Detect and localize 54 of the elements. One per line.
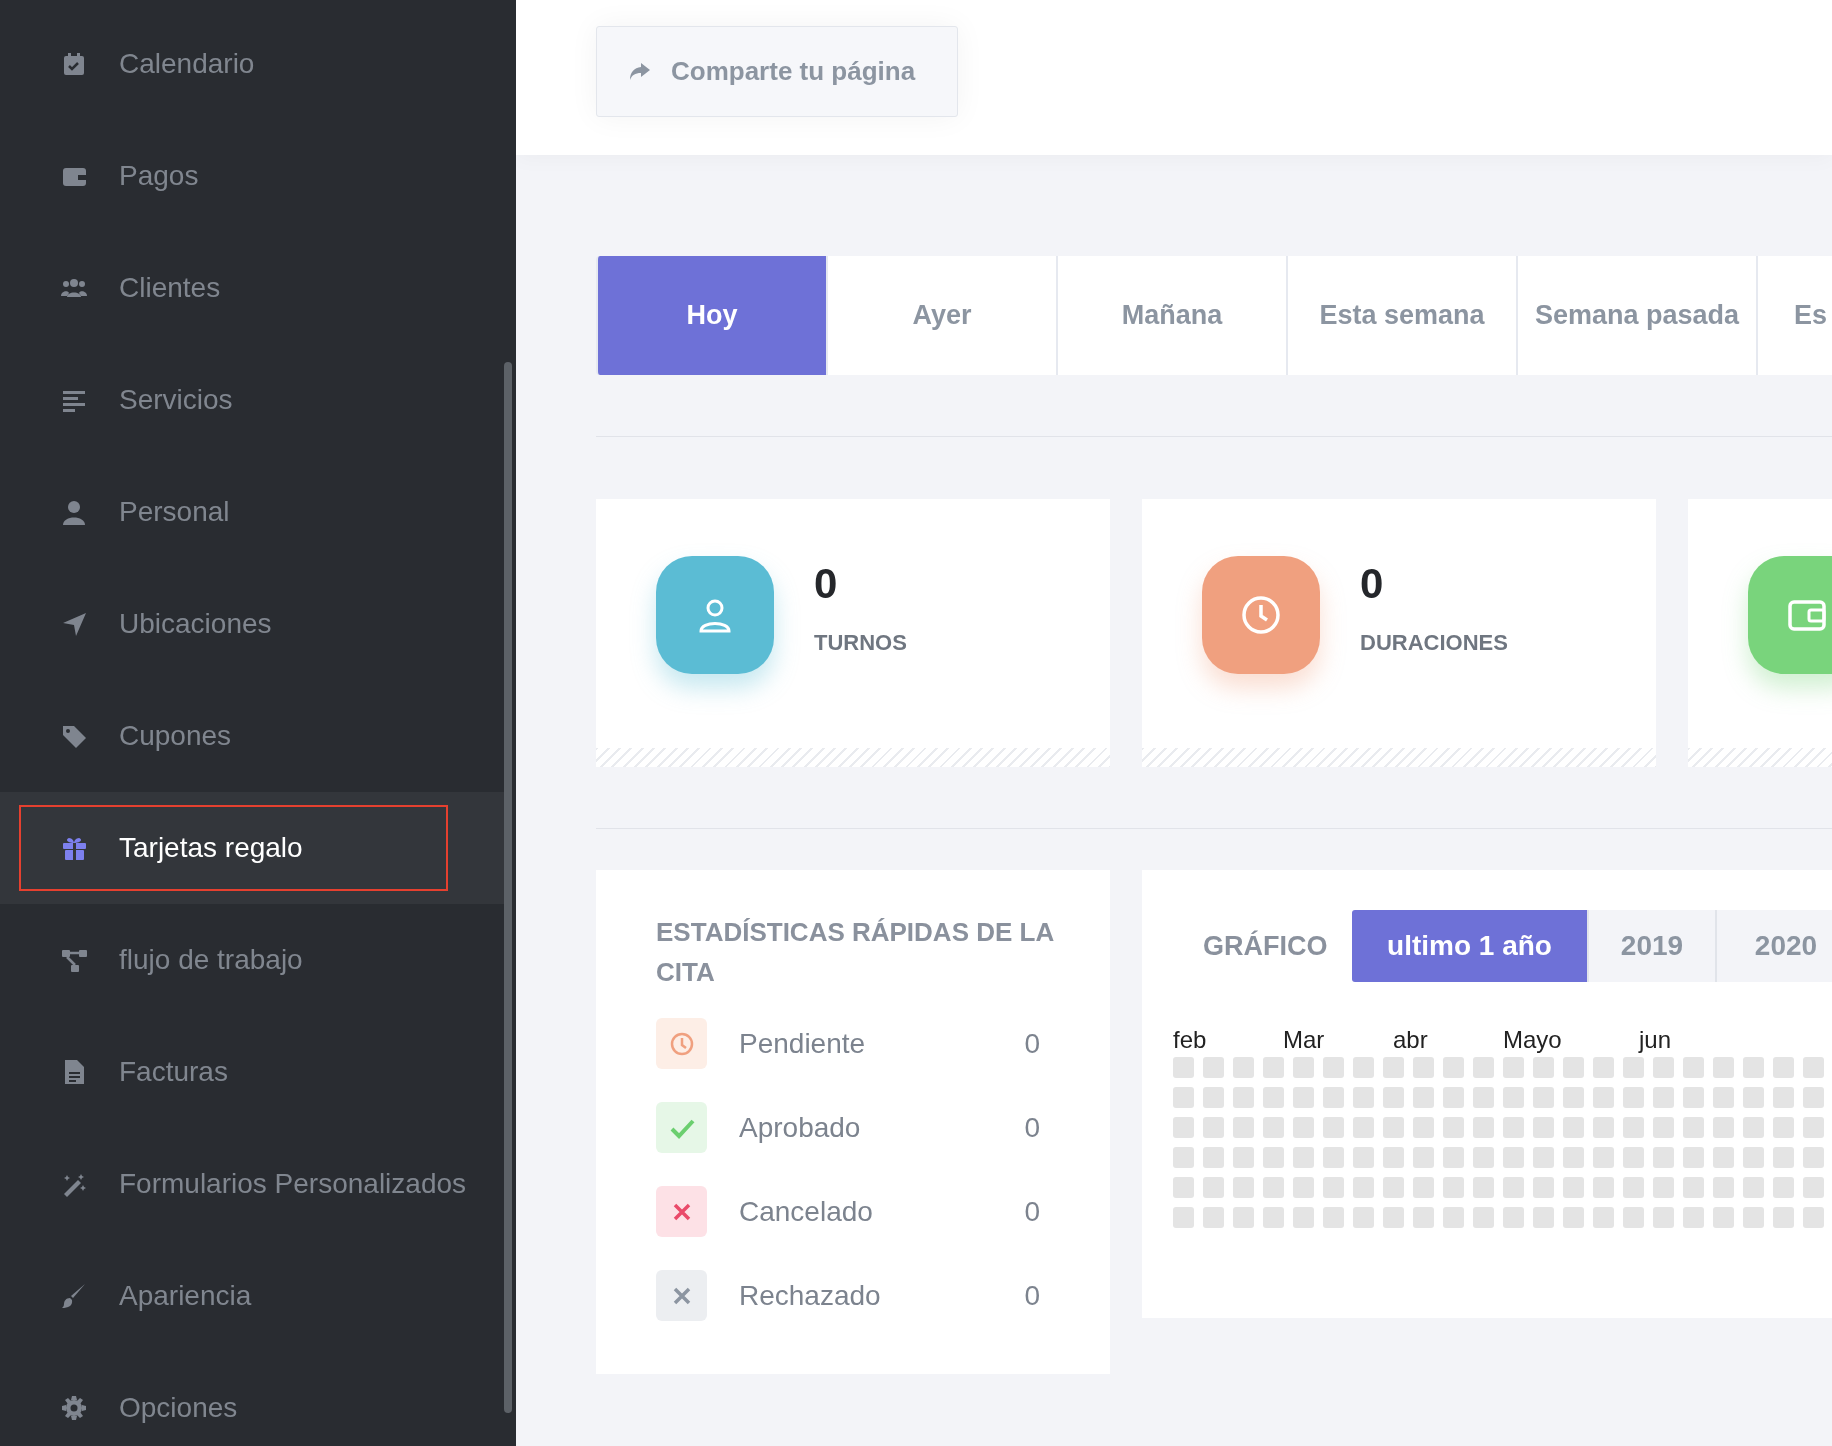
period-tab[interactable]: Mañana xyxy=(1056,256,1286,375)
sidebar-item[interactable]: Formularios Personalizados xyxy=(19,1141,489,1227)
sidebar-item[interactable]: Tarjetas regalo xyxy=(19,805,448,891)
status-label: Pendiente xyxy=(739,1026,867,1061)
status-count: 0 xyxy=(1024,1110,1040,1145)
sidebar-item[interactable]: Apariencia xyxy=(19,1253,489,1339)
period-tab[interactable]: Es xyxy=(1756,256,1832,375)
month-label: Mayo xyxy=(1503,1025,1563,1052)
paintbrush-icon xyxy=(61,1282,88,1310)
sidebar-item[interactable]: flujo de trabajo xyxy=(19,917,489,1003)
check-icon xyxy=(656,1102,707,1153)
month-label: abr xyxy=(1393,1025,1429,1052)
month-label: feb xyxy=(1173,1025,1208,1052)
status-count: 0 xyxy=(1024,1278,1040,1313)
close-icon xyxy=(656,1270,707,1321)
year-tab[interactable]: ultimo 1 año xyxy=(1352,910,1587,982)
status-count: 0 xyxy=(1024,1026,1040,1061)
chart-title: GRÁFICO xyxy=(1203,929,1329,963)
sidebar-item[interactable]: Pagos xyxy=(19,133,489,219)
close-icon xyxy=(656,1186,707,1237)
period-tab[interactable]: Hoy xyxy=(596,256,826,375)
sidebar-item[interactable]: Ubicaciones xyxy=(19,581,489,667)
sidebar-item[interactable]: Facturas xyxy=(19,1029,489,1115)
year-tab[interactable]: 2020 xyxy=(1715,910,1832,982)
stat-value: 0 xyxy=(814,560,839,608)
sidebar-item[interactable]: Opciones xyxy=(19,1365,489,1446)
settings-icon xyxy=(61,1394,88,1422)
sidebar-item[interactable]: Clientes xyxy=(19,245,489,331)
person-icon xyxy=(61,498,88,526)
status-label: Cancelado xyxy=(739,1194,874,1229)
stat-label: TURNOS xyxy=(814,629,907,657)
sidebar-item[interactable]: Calendario xyxy=(19,21,489,107)
clock-icon xyxy=(1202,556,1320,674)
year-tab[interactable]: 2019 xyxy=(1587,910,1715,982)
sidebar-item[interactable]: Personal xyxy=(19,469,489,555)
sidebar-item[interactable]: Servicios xyxy=(19,357,489,443)
stat-label: DURACIONES xyxy=(1360,629,1508,657)
month-label: jun xyxy=(1639,1025,1673,1052)
period-tab[interactable]: Semana pasada xyxy=(1516,256,1756,375)
period-tab[interactable]: Ayer xyxy=(826,256,1056,375)
month-label: Mar xyxy=(1283,1025,1326,1052)
period-tab[interactable]: Esta semana xyxy=(1286,256,1516,375)
share-icon xyxy=(627,61,651,82)
clock-icon xyxy=(656,1018,707,1069)
person-icon xyxy=(656,556,774,674)
navigation-arrow-icon xyxy=(61,610,88,638)
share-button[interactable]: Comparte tu página xyxy=(596,26,958,117)
stat-value: 0 xyxy=(1360,560,1385,608)
status-count: 0 xyxy=(1024,1194,1040,1229)
status-label: Rechazado xyxy=(739,1278,882,1313)
scrollbar[interactable] xyxy=(504,362,512,1413)
card-title: ESTADÍSTICAS RÁPIDAS DE LA CITA xyxy=(656,916,1055,989)
status-label: Aprobado xyxy=(739,1110,862,1145)
sidebar-item[interactable]: Cupones xyxy=(19,693,489,779)
